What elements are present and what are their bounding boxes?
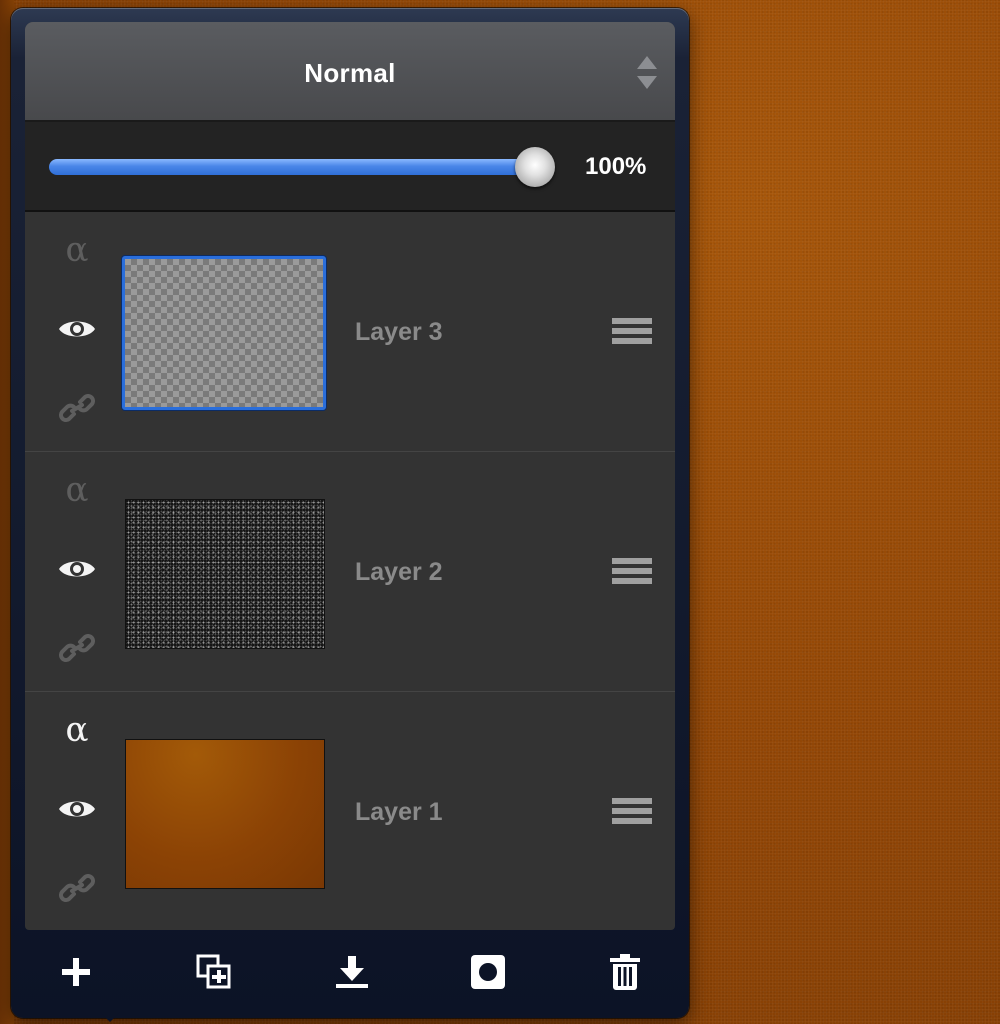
layer-name: Layer 2	[355, 558, 443, 586]
opacity-slider-knob[interactable]	[515, 147, 555, 187]
layer-row[interactable]: α Layer 3	[25, 212, 675, 452]
duplicate-layer-icon	[196, 954, 231, 989]
opacity-slider[interactable]	[49, 159, 549, 175]
layer-thumbnail[interactable]	[125, 499, 325, 649]
eye-icon[interactable]	[58, 316, 96, 342]
merge-down-button[interactable]	[332, 952, 372, 992]
layer-thumbnail[interactable]	[125, 739, 325, 889]
alpha-lock-icon[interactable]: α	[61, 232, 93, 268]
layer-row[interactable]: α Layer 1	[25, 692, 675, 930]
duplicate-layer-button[interactable]	[194, 952, 234, 992]
layer-menu-icon[interactable]	[612, 318, 652, 350]
layer-mask-button[interactable]	[468, 952, 508, 992]
link-icon[interactable]	[59, 394, 95, 422]
add-layer-button[interactable]	[56, 952, 96, 992]
layer-list: α Layer 3 α Layer 2 α Layer 1	[25, 212, 675, 930]
blend-mode-selector[interactable]: Normal	[25, 22, 675, 122]
noise-thumbnail	[126, 500, 324, 648]
layer-menu-icon[interactable]	[612, 558, 652, 590]
opacity-slider-fill	[49, 159, 549, 175]
alpha-lock-icon[interactable]: α	[61, 712, 93, 748]
stepper-up-icon	[637, 56, 657, 69]
opacity-value: 100%	[585, 153, 647, 180]
layers-panel: Normal 100% α Layer 3 α Layer 2 α Layer …	[25, 22, 675, 930]
eye-icon[interactable]	[58, 796, 96, 822]
layer-name: Layer 1	[355, 798, 443, 826]
layer-name: Layer 3	[355, 318, 443, 346]
layer-row[interactable]: α Layer 2	[25, 452, 675, 692]
layer-menu-icon[interactable]	[612, 798, 652, 830]
link-icon[interactable]	[59, 634, 95, 662]
link-icon[interactable]	[59, 874, 95, 902]
orange-thumbnail	[126, 740, 324, 888]
opacity-control: 100%	[25, 122, 675, 212]
blend-mode-stepper-icon[interactable]	[634, 54, 660, 94]
layers-toolbar	[11, 922, 689, 1018]
delete-layer-button[interactable]	[605, 952, 645, 992]
blend-mode-label: Normal	[304, 58, 396, 88]
stepper-down-icon	[637, 76, 657, 89]
merge-down-icon	[336, 956, 368, 988]
eye-icon[interactable]	[58, 556, 96, 582]
mask-icon	[471, 955, 505, 989]
layers-popover: Normal 100% α Layer 3 α Layer 2 α Layer …	[11, 8, 689, 1018]
layer-thumbnail[interactable]	[122, 256, 326, 410]
plus-icon	[62, 958, 90, 986]
alpha-lock-icon[interactable]: α	[61, 472, 93, 508]
trash-icon	[610, 954, 640, 990]
transparent-thumbnail	[125, 259, 323, 407]
